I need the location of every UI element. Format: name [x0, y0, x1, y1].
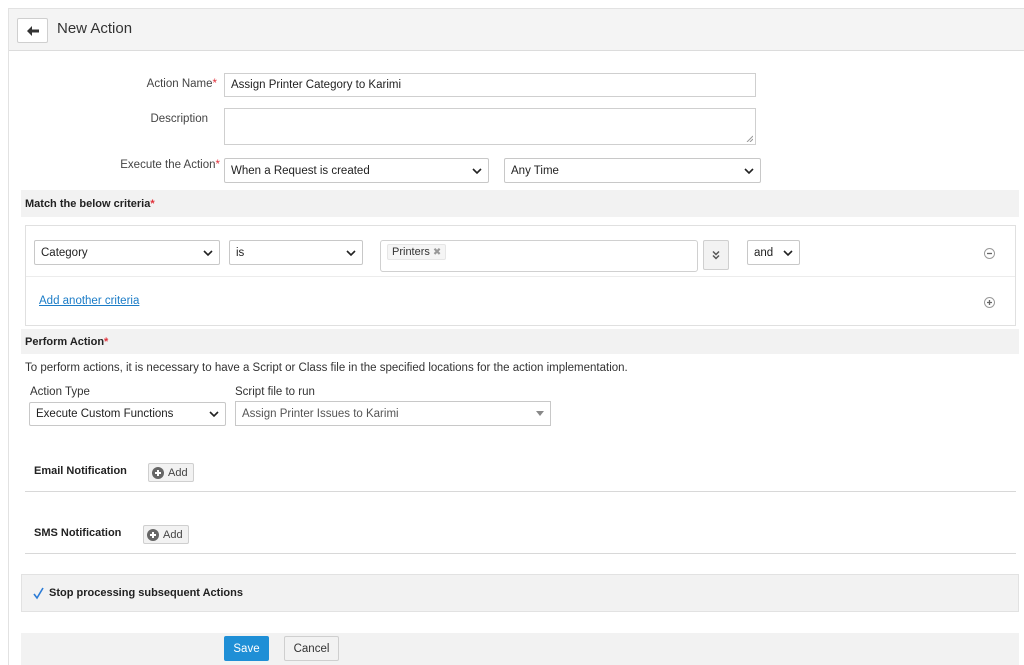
divider: [25, 553, 1016, 554]
execute-trigger-select[interactable]: When a Request is created: [224, 158, 489, 183]
action-type-label: Action Type: [30, 386, 90, 398]
stop-processing-bar: Stop processing subsequent Actions: [21, 574, 1019, 612]
sms-add-button[interactable]: Add: [143, 525, 189, 544]
script-file-label: Script file to run: [235, 386, 315, 398]
chevron-down-icon: [744, 167, 754, 174]
criteria-conjunction-select[interactable]: and: [747, 240, 800, 265]
divider: [25, 491, 1016, 492]
remove-criteria-button[interactable]: [984, 248, 995, 259]
chevron-down-icon: [346, 249, 356, 256]
execute-label: Execute the Action*: [120, 159, 220, 171]
sms-notification-label: SMS Notification: [34, 527, 122, 539]
chevron-down-icon: [783, 249, 793, 256]
form-footer: [21, 633, 1019, 665]
perform-section-header: Perform Action *: [21, 329, 1019, 354]
criteria-value-input[interactable]: Printers ✖: [380, 240, 698, 272]
add-criteria-link[interactable]: Add another criteria: [39, 295, 139, 307]
criteria-field-select[interactable]: Category: [34, 240, 220, 265]
minus-icon: [987, 252, 992, 255]
action-name-input[interactable]: Assign Printer Category to Karimi: [224, 73, 756, 97]
perform-info-text: To perform actions, it is necessary to h…: [25, 362, 628, 374]
description-label: Description: [150, 113, 208, 125]
title-bar: New Action: [9, 9, 1024, 51]
criteria-section-header: Match the below criteria *: [21, 190, 1019, 217]
value-tag: Printers ✖: [387, 244, 447, 260]
script-file-select[interactable]: Assign Printer Issues to Karimi: [235, 401, 551, 426]
stop-processing-label[interactable]: Stop processing subsequent Actions: [49, 587, 243, 599]
add-circle-icon: [152, 466, 164, 479]
email-notification-label: Email Notification: [34, 465, 127, 477]
plus-icon: [987, 300, 992, 305]
chevron-down-icon: [472, 167, 482, 174]
double-chevron-down-icon: [712, 250, 720, 260]
caret-down-icon: [536, 411, 544, 416]
back-button[interactable]: [17, 18, 48, 43]
email-add-button[interactable]: Add: [148, 463, 194, 482]
save-button[interactable]: Save: [224, 636, 269, 661]
resize-handle-icon[interactable]: [746, 135, 753, 142]
chevron-down-icon: [209, 411, 219, 418]
cancel-button[interactable]: Cancel: [284, 636, 339, 661]
page-title: New Action: [57, 20, 133, 37]
criteria-divider: [26, 276, 1015, 277]
expand-values-button[interactable]: [703, 240, 729, 270]
remove-tag-icon[interactable]: ✖: [433, 247, 441, 258]
action-name-label: Action Name*: [146, 78, 217, 90]
checkbox-checked-icon[interactable]: [32, 587, 45, 600]
action-type-select[interactable]: Execute Custom Functions: [29, 402, 226, 426]
add-criteria-button[interactable]: [984, 297, 995, 308]
criteria-operator-select[interactable]: is: [229, 240, 363, 265]
execute-time-select[interactable]: Any Time: [504, 158, 761, 183]
add-circle-icon: [147, 528, 159, 541]
chevron-down-icon: [203, 249, 213, 256]
action-name-value: Assign Printer Category to Karimi: [231, 79, 402, 91]
arrow-left-icon: [26, 25, 39, 36]
description-textarea[interactable]: [224, 108, 756, 145]
